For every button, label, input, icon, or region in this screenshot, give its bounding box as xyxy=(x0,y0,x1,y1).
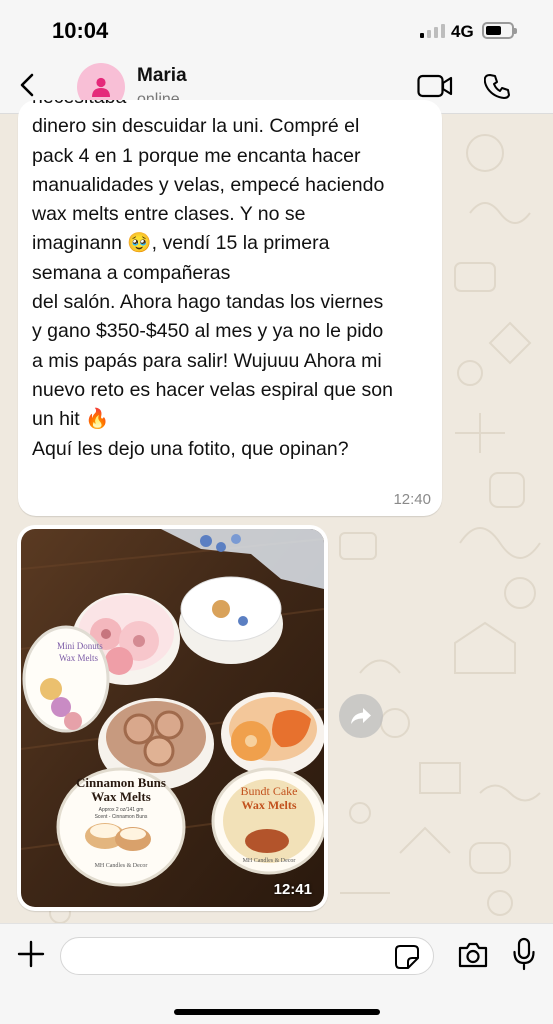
microphone-icon[interactable] xyxy=(512,937,536,971)
message-line: manualidades y velas, empecé haciendo xyxy=(32,173,385,196)
image-message-bubble[interactable]: Mini Donuts Wax Melts Cinnamon Buns Wax … xyxy=(17,525,328,911)
contact-name[interactable]: Maria xyxy=(137,65,187,87)
network-type: 4G xyxy=(451,22,474,41)
cinnamon-weight: Approx 2 oz/141 gm xyxy=(99,807,144,813)
message-line: Aquí les dejo una fotito, que opinan? xyxy=(32,437,349,460)
bundt-brand: MH Candles & Decor xyxy=(243,858,296,864)
message-line: dinero sin descuidar la uni. Compré el xyxy=(32,115,360,138)
message-line: imaginann 🥹, vendí 15 la primera xyxy=(32,232,330,255)
cinnamon-brand: MH Candles & Decor xyxy=(95,863,148,869)
person-icon xyxy=(92,77,110,97)
message-text: necesitaba dinero sin descuidar la uni. … xyxy=(32,100,442,464)
sticker-icon[interactable] xyxy=(394,944,420,970)
message-line: del salón. Ahora hago tandas los viernes xyxy=(32,291,384,314)
message-line: necesitaba xyxy=(32,100,442,112)
battery-icon xyxy=(482,22,517,39)
home-indicator xyxy=(174,1009,380,1015)
message-time: 12:40 xyxy=(393,491,431,508)
photo-wax-melts[interactable]: Mini Donuts Wax Melts Cinnamon Buns Wax … xyxy=(21,529,324,907)
message-line: pack 4 en 1 porque me encanta hacer xyxy=(32,144,361,167)
video-call-icon[interactable] xyxy=(417,74,453,98)
message-line: nuevo reto es hacer velas espiral que so… xyxy=(32,378,393,401)
chevron-left-icon[interactable] xyxy=(14,71,42,99)
message-line: semana a compañeras xyxy=(32,261,231,284)
donut-label: Mini Donuts xyxy=(57,641,103,651)
donut-label-2: Wax Melts xyxy=(59,653,99,663)
message-input[interactable] xyxy=(60,937,434,975)
message-line: wax melts entre clases. Y no se xyxy=(32,203,306,226)
camera-icon[interactable] xyxy=(457,941,489,969)
message-line: a mis papás para salir! Wujuuu Ahora mi xyxy=(32,349,382,372)
image-time: 12:41 xyxy=(273,881,312,898)
status-time: 10:04 xyxy=(52,18,109,43)
cellular-signal-icon xyxy=(420,24,445,38)
wax-melts-photo: Mini Donuts Wax Melts Cinnamon Buns Wax … xyxy=(21,529,324,907)
plus-icon[interactable] xyxy=(16,939,46,969)
cinnamon-label-2: Wax Melts xyxy=(91,789,151,804)
status-bar: 10:04 4G xyxy=(0,0,553,56)
phone-icon[interactable] xyxy=(484,72,512,100)
forward-button[interactable] xyxy=(339,694,383,738)
bundt-label: Bundt Cake xyxy=(241,784,298,798)
message-line: y gano $350-$450 al mes y ya no le pido xyxy=(32,320,384,343)
cinnamon-label: Cinnamon Buns xyxy=(76,775,166,790)
forward-arrow-icon xyxy=(351,708,371,724)
message-line: un hit 🔥 xyxy=(32,408,110,431)
input-bar xyxy=(0,923,553,1024)
cinnamon-scent: Scent - Cinnamon Buns xyxy=(95,814,148,820)
message-bubble[interactable]: necesitaba dinero sin descuidar la uni. … xyxy=(18,100,442,516)
bundt-label-2: Wax Melts xyxy=(242,798,297,812)
